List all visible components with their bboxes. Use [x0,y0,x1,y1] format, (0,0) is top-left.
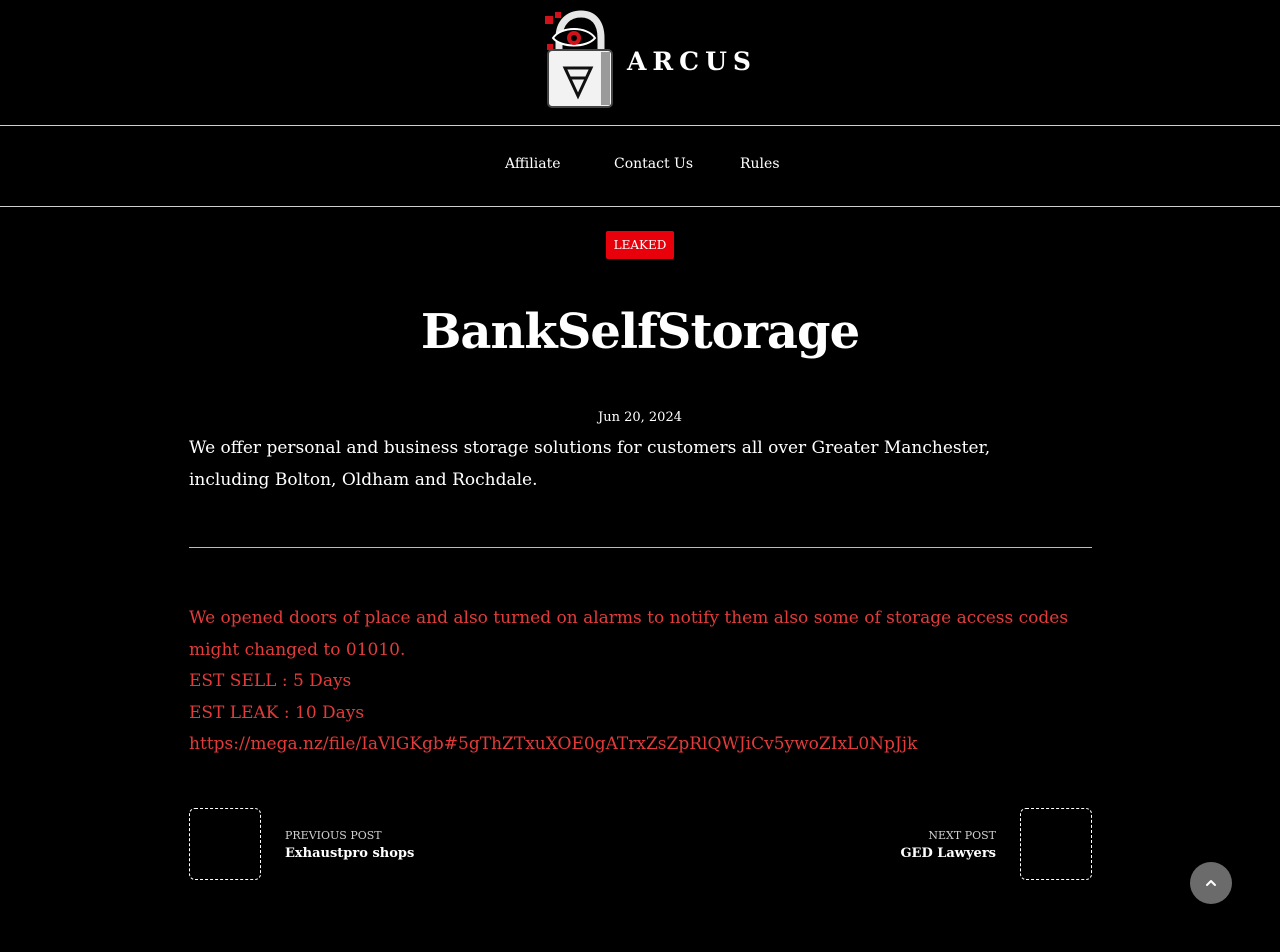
nav-item-rules[interactable]: Rules [740,156,780,172]
est-sell: EST SELL : 5 Days [189,671,352,691]
main-nav: Affiliate Contact Us Rules [0,126,1280,206]
chevron-up-icon [1206,880,1216,886]
nav-item-affiliate[interactable]: Affiliate [505,156,561,172]
site-name: ARCUS [627,46,757,76]
post-notice: We opened doors of place and also turned… [189,608,1069,660]
post-title: BankSelfStorage [420,304,860,360]
download-link[interactable]: https://mega.nz/file/IaVlGKgb#5gThZTxuXO… [189,729,1099,761]
post-date: Jun 20, 2024 [598,410,682,425]
est-leak: EST LEAK : 10 Days [189,702,365,723]
padlock-eye-logo-icon [545,10,613,108]
category-badge[interactable]: LEAKED [606,231,674,259]
scroll-to-top-button[interactable] [1190,862,1232,904]
post-intro: We offer personal and business storage s… [189,438,991,490]
site-logo[interactable]: ARCUS [543,10,757,110]
next-post-thumbnail[interactable] [1020,808,1092,880]
post-details: We opened doors of place and also turned… [189,603,1099,761]
previous-post-label: PREVIOUS POST [285,829,382,842]
nav-divider [0,206,1280,207]
previous-post-title[interactable]: Exhaustpro shops [285,846,414,861]
next-post-label: NEXT POST [928,829,996,842]
next-post-title[interactable]: GED Lawyers [900,846,996,861]
previous-post-thumbnail[interactable] [189,808,261,880]
site-header: ARCUS [0,0,1280,125]
nav-item-contact-us[interactable]: Contact Us [614,156,693,172]
content-divider [189,547,1092,548]
